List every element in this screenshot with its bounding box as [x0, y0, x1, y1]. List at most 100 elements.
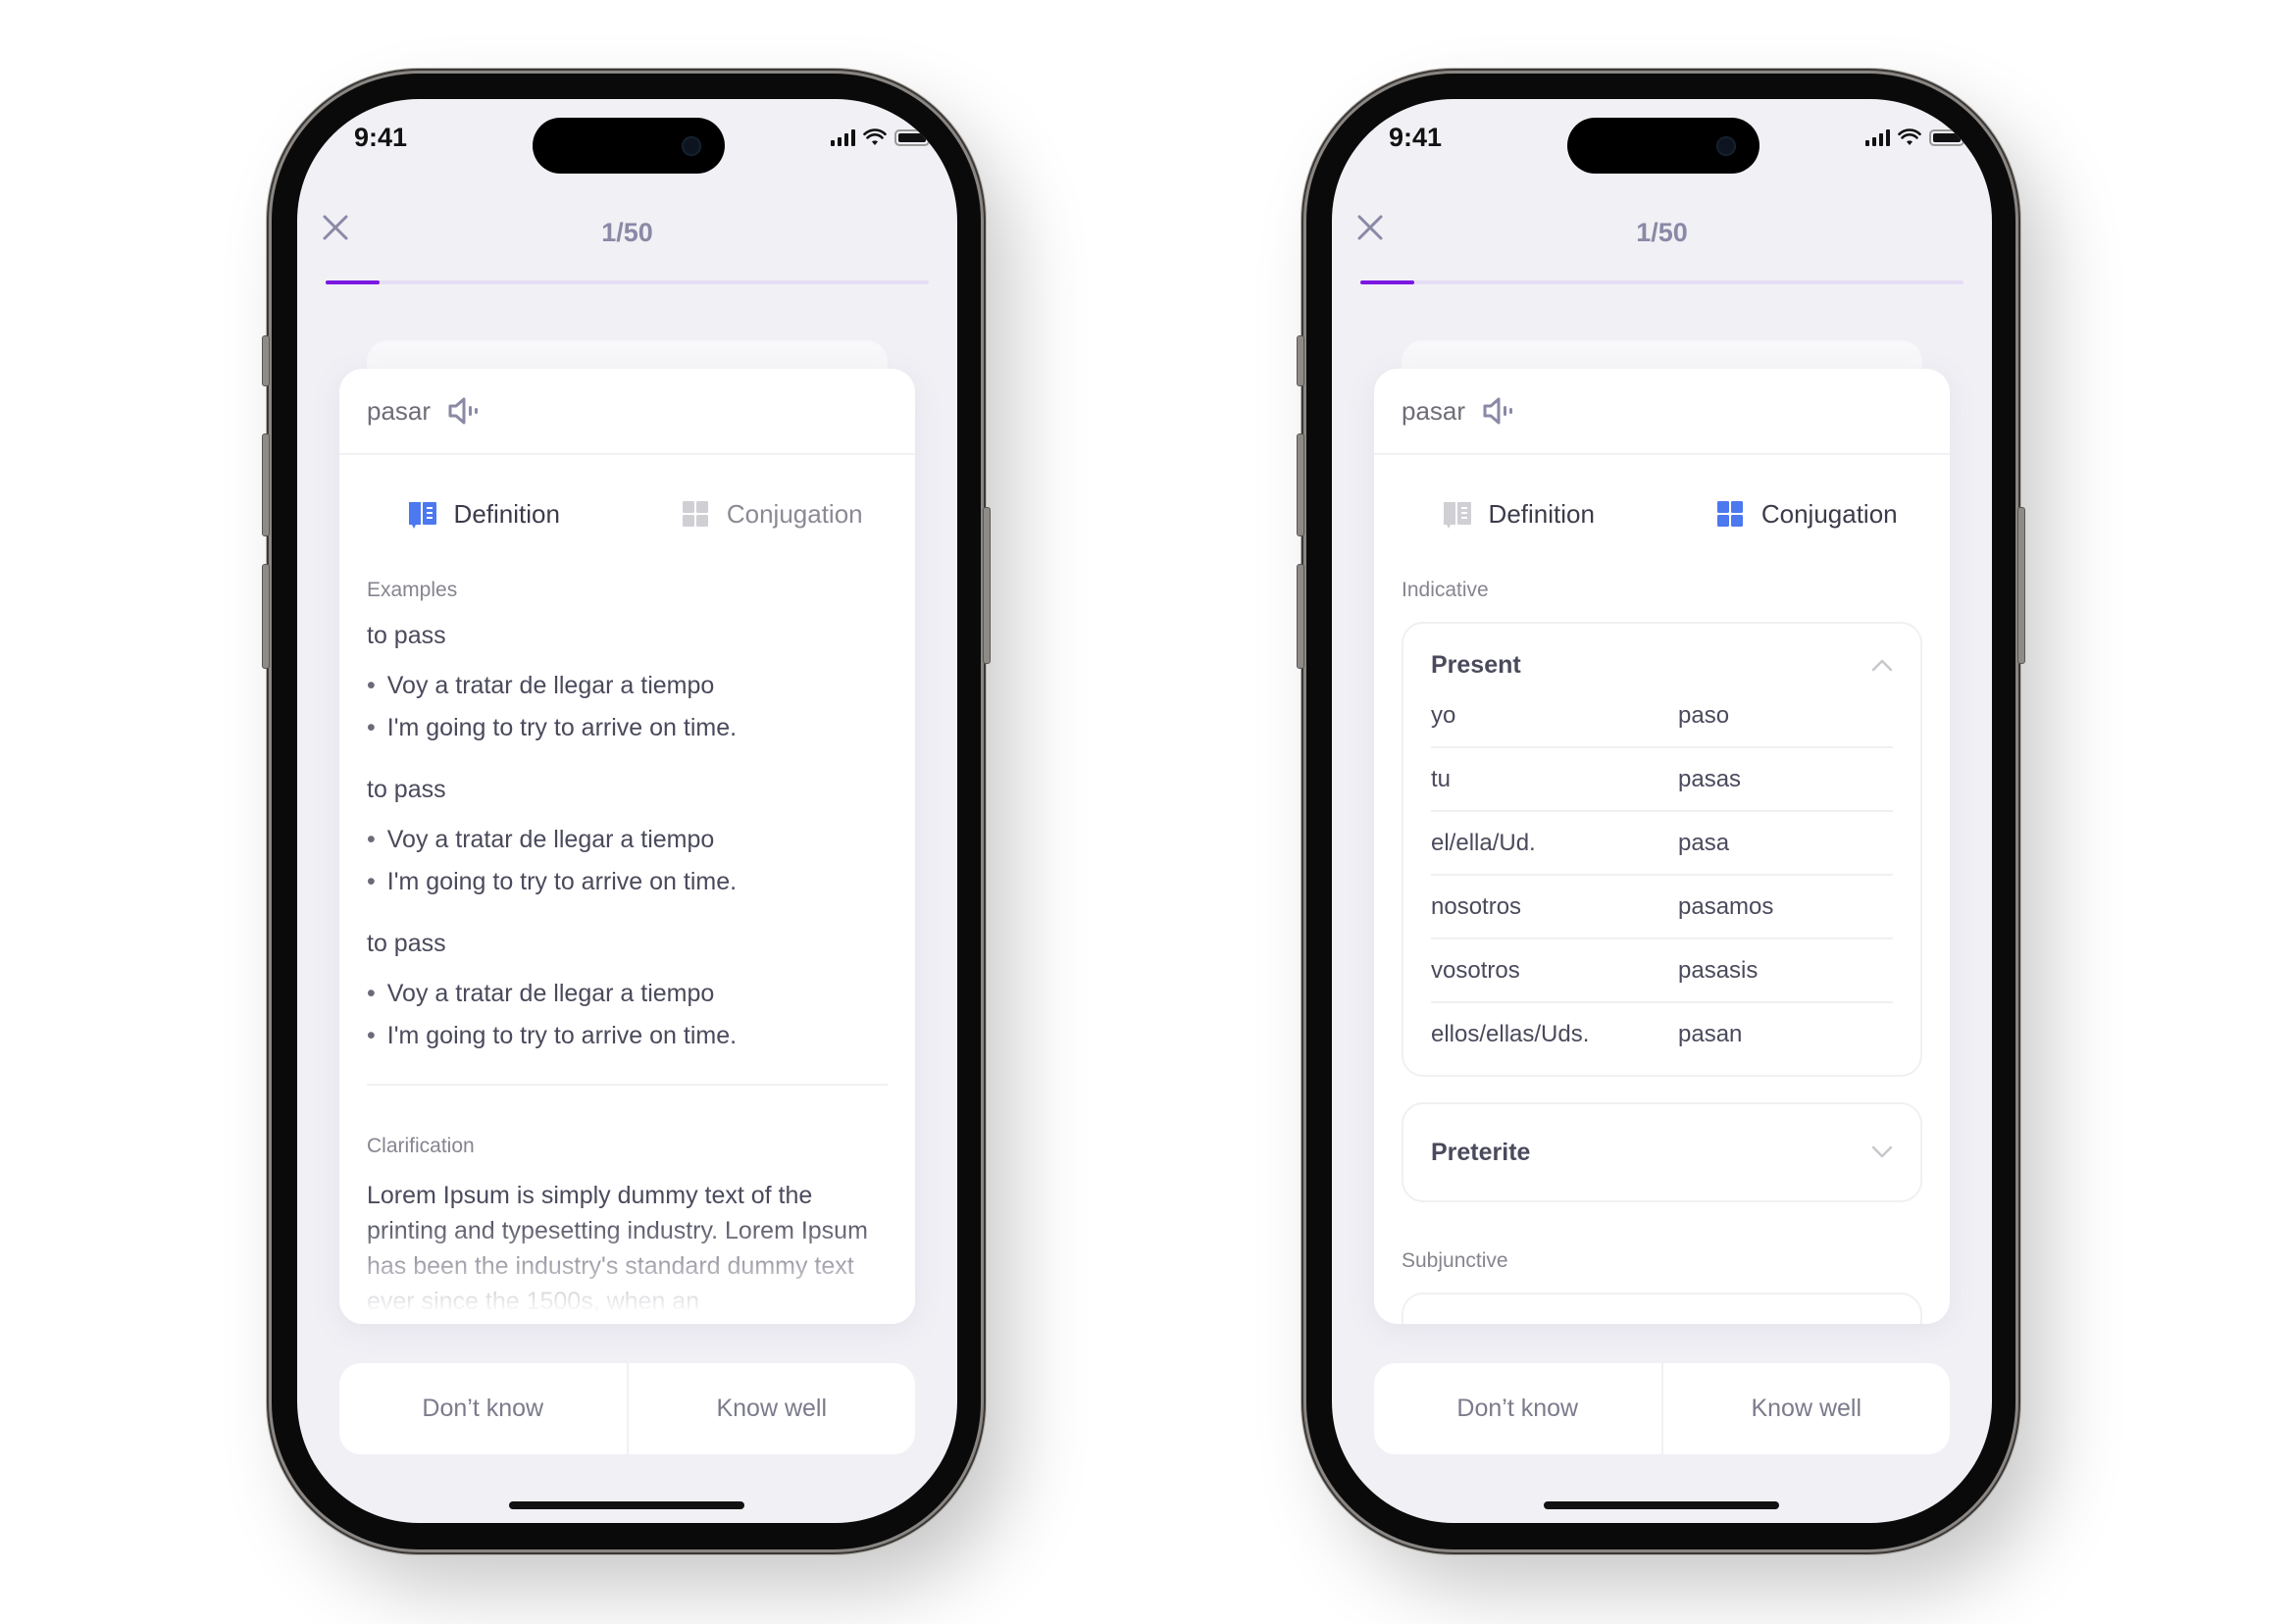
subjunctive-label: Subjunctive: [1402, 1249, 1508, 1272]
verb-form: pasasis: [1678, 956, 1759, 984]
card-counter: 1/50: [1636, 218, 1688, 247]
tab-definition[interactable]: Definition: [1374, 498, 1662, 530]
phone-definition: 9:41 1/50 pasar Definition Conjugation E…: [262, 74, 991, 1549]
tab-label: Conjugation: [726, 498, 863, 529]
bullet-icon: •: [367, 714, 376, 741]
camera-icon: [682, 136, 701, 156]
volume-up-button: [1297, 433, 1304, 536]
example-sentence: • Voy a tratar de llegar a tiempo: [367, 672, 888, 700]
example-sentence: • I'm going to try to arrive on time.: [367, 714, 888, 742]
tab-label: Definition: [453, 498, 560, 529]
tense-preterite: Preterite: [1402, 1102, 1922, 1202]
conjugation-row: vosotros pasasis: [1431, 939, 1893, 1003]
conjugation-row: ellos/ellas/Uds. pasan: [1431, 1003, 1893, 1065]
bullet-icon: •: [367, 826, 376, 853]
progress-fill: [1360, 280, 1415, 284]
speaker-icon[interactable]: [446, 394, 480, 428]
status-bar: 9:41: [297, 99, 957, 178]
verb-form: pasa: [1678, 829, 1730, 856]
pronoun: nosotros: [1431, 892, 1522, 920]
home-indicator[interactable]: [1544, 1501, 1779, 1509]
example-text: I'm going to try to arrive on time.: [386, 714, 738, 741]
example-text: Voy a tratar de llegar a tiempo: [386, 672, 715, 699]
tab-conjugation[interactable]: Conjugation: [1662, 498, 1951, 530]
conjugation-row: tu pasas: [1431, 748, 1893, 812]
bullet-icon: •: [367, 1022, 376, 1049]
pronoun: ellos/ellas/Uds.: [1431, 1020, 1590, 1047]
conjugation-content: Indicative Present yo paso tu pasas el/ella/…: [1374, 579, 1950, 1324]
know-well-button[interactable]: Know well: [629, 1363, 916, 1454]
volume-down-button: [1297, 564, 1304, 669]
tense-present-header[interactable]: Present: [1431, 645, 1893, 685]
verb-form: paso: [1678, 701, 1730, 729]
camera-icon: [1716, 136, 1736, 156]
speaker-icon[interactable]: [1481, 394, 1514, 428]
tense-present: Present yo paso tu pasas el/ella/Ud. pasa noso…: [1402, 622, 1922, 1077]
status-time: 9:41: [1389, 123, 1443, 152]
dynamic-island: [1567, 118, 1760, 174]
pronoun: vosotros: [1431, 956, 1520, 984]
flashcard: pasar Definition Conjugation Examples to…: [339, 369, 915, 1324]
example-sentence: • I'm going to try to arrive on time.: [367, 868, 888, 896]
clarification-text: Lorem Ipsum is simply dummy text of the …: [367, 1182, 868, 1315]
dont-know-button[interactable]: Don’t know: [1374, 1363, 1661, 1454]
sense-meaning: to pass: [367, 622, 446, 649]
word: pasar: [1402, 395, 1466, 426]
bullet-icon: •: [367, 868, 376, 895]
status-time: 9:41: [354, 123, 408, 152]
home-indicator[interactable]: [509, 1501, 744, 1509]
pronoun: yo: [1431, 701, 1456, 729]
example-text: Voy a tratar de llegar a tiempo: [386, 826, 715, 853]
power-button: [2017, 507, 2025, 664]
progress-fill: [326, 280, 381, 284]
action-button: [262, 335, 270, 386]
tab-bar: Definition Conjugation: [1374, 455, 1950, 573]
know-well-button[interactable]: Know well: [1663, 1363, 1951, 1454]
example-sentence: • Voy a tratar de llegar a tiempo: [367, 826, 888, 854]
example-text: I'm going to try to arrive on time.: [386, 868, 738, 895]
answer-buttons: Don’t know Know well: [339, 1363, 915, 1454]
progress-track: [1360, 280, 1964, 284]
top-bar: 1/50: [297, 197, 957, 256]
book-icon: [1443, 502, 1471, 529]
definition-content: Examples to pass • Voy a tratar de llegar …: [339, 579, 915, 1319]
example-sentence: • I'm going to try to arrive on time.: [367, 1022, 888, 1050]
action-button: [1297, 335, 1304, 386]
flashcard: pasar Definition Conjugation Indicative …: [1374, 369, 1950, 1324]
bullet-icon: •: [367, 672, 376, 699]
battery-icon: [894, 128, 933, 146]
example-text: Voy a tratar de llegar a tiempo: [386, 980, 715, 1007]
verb-form: pasas: [1678, 765, 1742, 792]
progress-track: [326, 280, 929, 284]
pronoun: el/ella/Ud.: [1431, 829, 1536, 856]
sense-group: to pass • Voy a tratar de llegar a tiempo •…: [367, 622, 888, 742]
word: pasar: [367, 395, 432, 426]
tense-subjunctive-card[interactable]: [1402, 1293, 1922, 1324]
indicative-label: Indicative: [1402, 579, 1489, 601]
sense-group: to pass • Voy a tratar de llegar a tiempo •…: [367, 930, 888, 1050]
dynamic-island: [533, 118, 725, 174]
tab-label: Conjugation: [1760, 498, 1898, 529]
dont-know-button[interactable]: Don’t know: [339, 1363, 627, 1454]
tense-preterite-header[interactable]: Preterite: [1431, 1126, 1893, 1179]
conjugation-row: el/ella/Ud. pasa: [1431, 812, 1893, 876]
tense-title: Present: [1431, 650, 1521, 679]
tab-definition[interactable]: Definition: [339, 498, 628, 530]
sense-meaning: to pass: [367, 776, 446, 803]
status-bar: 9:41: [1332, 99, 1992, 178]
top-bar: 1/50: [1332, 197, 1992, 256]
grid-icon: [1716, 501, 1743, 527]
screen: 9:41 1/50 pasar Definition: [297, 99, 957, 1523]
battery-icon: [1929, 128, 1967, 146]
wifi-icon: [863, 128, 887, 145]
card-header: pasar: [1374, 369, 1950, 455]
sense-group: to pass • Voy a tratar de llegar a tiempo •…: [367, 776, 888, 896]
verb-form: pasan: [1678, 1020, 1743, 1047]
tab-label: Definition: [1488, 498, 1595, 529]
divider: [367, 1084, 888, 1086]
volume-down-button: [262, 564, 270, 669]
book-icon: [408, 502, 436, 529]
chevron-down-icon: [1871, 1145, 1893, 1158]
signal-icon: [831, 128, 855, 146]
tab-conjugation[interactable]: Conjugation: [628, 498, 916, 530]
